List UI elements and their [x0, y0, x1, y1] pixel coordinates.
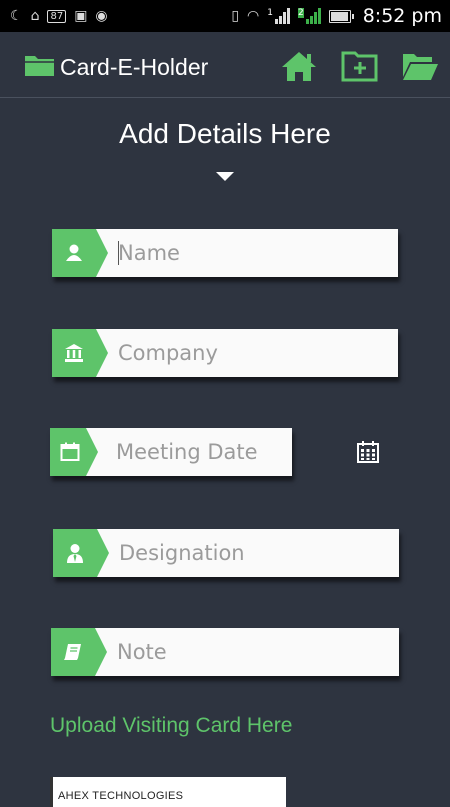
folder-add-icon[interactable]	[340, 48, 380, 84]
battery-icon	[328, 9, 354, 23]
designation-field[interactable]	[53, 529, 399, 577]
person-tie-icon	[67, 544, 83, 563]
note-field[interactable]	[51, 628, 399, 676]
clock: 8:52 pm	[362, 5, 442, 27]
status-bar: ☾ ⌂ 87 ▣ ◉ ▯ ◠ 1 2 8:52 pm	[0, 0, 450, 32]
card-company-text: AHEX TECHNOLOGIES	[58, 790, 184, 802]
meeting-date-field[interactable]	[50, 428, 292, 476]
form-heading: Add Details Here	[119, 118, 331, 149]
name-input[interactable]	[118, 229, 388, 277]
disc-icon: ◉	[95, 8, 108, 24]
folder-icon	[25, 56, 54, 76]
calendar-icon	[60, 442, 80, 461]
vibrate-icon: ▯	[231, 8, 240, 24]
caret-down-icon	[216, 172, 234, 181]
signal-sim2-icon: 2	[297, 8, 321, 24]
app-bar: Card-E-Holder	[0, 32, 450, 98]
card-edge	[50, 777, 53, 807]
date-picker-icon[interactable]	[356, 440, 380, 464]
battery-percent-badge: 87	[47, 9, 67, 23]
notebook-icon	[64, 644, 81, 660]
company-field[interactable]	[52, 329, 398, 377]
bank-icon	[65, 344, 83, 362]
person-icon	[66, 244, 82, 261]
note-input[interactable]	[117, 628, 387, 676]
signal-sim1-icon: 1	[267, 8, 290, 24]
text-cursor	[118, 241, 119, 265]
wifi-icon: ◠	[247, 8, 260, 24]
meeting-date-input[interactable]	[116, 428, 286, 476]
notification-icon: ☾	[10, 8, 23, 24]
name-field[interactable]	[52, 229, 398, 277]
visiting-card-preview[interactable]: AHEX TECHNOLOGIES	[50, 777, 286, 807]
folder-open-icon[interactable]	[400, 48, 440, 84]
home-icon[interactable]	[279, 48, 319, 84]
image-icon: ▣	[74, 8, 88, 24]
cleaner-icon: ⌂	[30, 8, 40, 24]
upload-card-link[interactable]: Upload Visiting Card Here	[50, 714, 292, 738]
company-input[interactable]	[118, 329, 388, 377]
designation-input[interactable]	[119, 529, 389, 577]
app-title: Card-E-Holder	[60, 54, 209, 80]
